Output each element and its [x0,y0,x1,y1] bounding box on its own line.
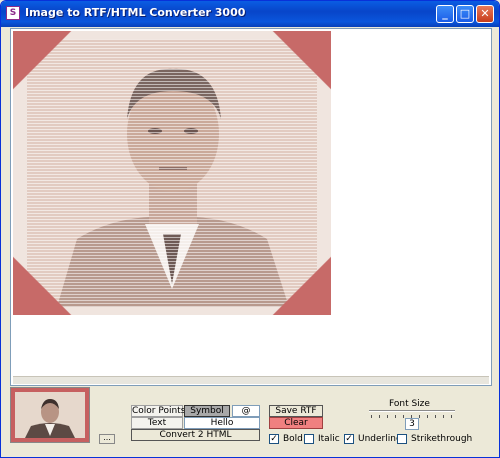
text-input[interactable]: Hello [184,417,260,429]
symbol-input[interactable]: @ [232,405,260,417]
minimize-button[interactable]: _ [436,5,454,23]
bold-label: Bold [283,434,303,444]
title-bar[interactable]: S Image to RTF/HTML Converter 3000 _ □ ✕ [1,1,499,27]
font-size-value[interactable]: 3 [405,418,419,430]
font-size-label: Font Size [389,399,430,409]
symbol-button[interactable]: Symbol [184,405,230,417]
save-rtf-button[interactable]: Save RTF [269,405,323,417]
color-points-label: Color Points [131,405,186,417]
text-label: Text [131,417,183,429]
ascii-art-image [13,31,331,315]
italic-label: Italic [318,434,340,444]
underline-checkbox[interactable]: ✓ [344,434,354,444]
underline-label: Underline [358,434,402,444]
frame-corner-top-left [13,31,77,95]
bold-checkbox[interactable]: ✓ [269,434,279,444]
font-size-slider[interactable] [369,410,455,412]
horizontal-scrollbar[interactable] [13,376,489,384]
output-canvas[interactable] [10,28,492,386]
clear-button[interactable]: Clear [269,417,323,429]
frame-corner-bottom-right [267,251,331,315]
strikethrough-checkbox[interactable] [397,434,407,444]
convert-html-button[interactable]: Convert 2 HTML [131,429,260,441]
source-image-preview[interactable] [10,387,90,443]
maximize-button[interactable]: □ [456,5,474,23]
frame-corner-bottom-left [13,251,77,315]
italic-checkbox[interactable] [304,434,314,444]
frame-corner-top-right [267,31,331,95]
close-button[interactable]: ✕ [476,5,494,23]
strikethrough-label: Strikethrough [411,434,473,444]
app-window: S Image to RTF/HTML Converter 3000 _ □ ✕ [0,0,500,458]
window-title: Image to RTF/HTML Converter 3000 [25,6,246,19]
app-icon: S [6,6,20,20]
preview-photo [15,392,85,438]
preview-portrait [15,392,85,438]
browse-button[interactable]: ... [99,434,115,444]
